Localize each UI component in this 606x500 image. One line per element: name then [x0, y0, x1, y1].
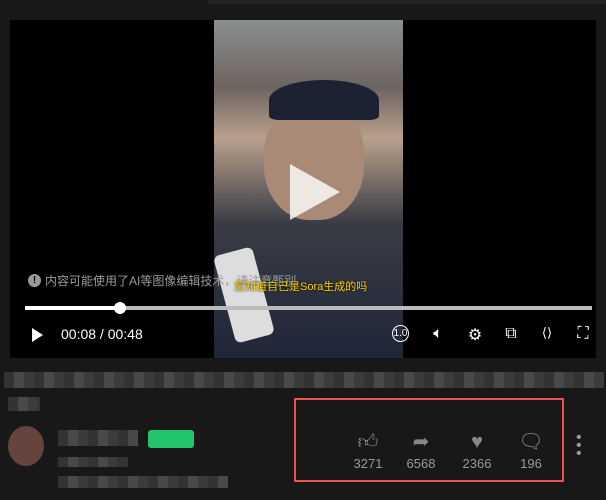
like-button[interactable]: 👍︎ 3271 [348, 432, 388, 471]
fullscreen-icon[interactable]: ⛶ [572, 325, 594, 343]
play-button[interactable] [32, 328, 43, 342]
embed-icon[interactable]: ⟨⟩ [536, 325, 558, 341]
blurred-username[interactable] [58, 430, 138, 446]
time-display: 00:08 / 00:48 [61, 326, 143, 342]
pip-icon[interactable]: ⧉ [500, 325, 522, 343]
like-count: 3271 [353, 456, 383, 471]
microphone [213, 246, 275, 344]
share-button[interactable]: ➦ 6568 [401, 432, 441, 471]
blurred-meta [58, 457, 128, 467]
volume-icon[interactable]: 🔈︎ [427, 325, 449, 343]
favorite-button[interactable]: ♥ 2366 [457, 432, 497, 471]
share-count: 6568 [406, 456, 436, 471]
avatar[interactable] [8, 426, 44, 466]
share-arrow-icon: ➦ [412, 431, 430, 453]
comment-count: 196 [520, 456, 542, 471]
heart-icon: ♥ [471, 431, 483, 453]
playback-speed-button[interactable]: 1.0 [392, 325, 409, 342]
exclamation-icon: ! [28, 274, 41, 287]
big-play-icon[interactable] [290, 164, 340, 220]
progress-handle[interactable] [113, 302, 126, 314]
favorite-count: 2366 [462, 456, 492, 471]
subtitle: 您知道自己是Sora生成的吗 [234, 281, 368, 293]
more-options-icon[interactable]: • • • [576, 430, 582, 462]
progress-bar[interactable] [25, 302, 592, 314]
badge [148, 430, 194, 448]
comment-icon: 🗨︎ [518, 431, 544, 453]
video-player[interactable]: ! 内容可能使用了AI等图像编辑技术，请注意甄别 您知道自己是Sora生成的吗 0… [10, 20, 596, 358]
blurred-info [58, 476, 228, 488]
progress-fill [25, 306, 120, 310]
comment-button[interactable]: 🗨︎ 196 [511, 432, 551, 471]
top-bar [208, 0, 606, 4]
blurred-title-line2 [8, 397, 40, 411]
blurred-title [4, 372, 604, 388]
settings-gear-icon[interactable]: ⚙ [464, 325, 486, 345]
person-cap [269, 80, 379, 120]
thumbs-up-icon: 👍︎ [357, 431, 379, 453]
